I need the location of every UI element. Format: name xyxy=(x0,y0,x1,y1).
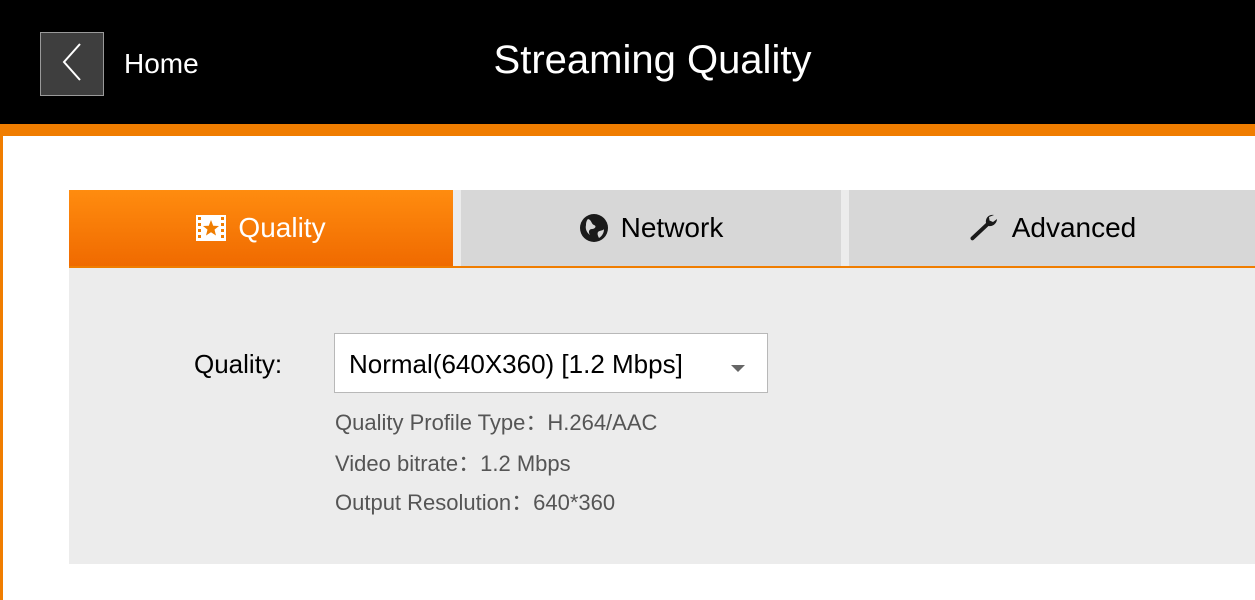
tab-network[interactable]: Network xyxy=(461,190,841,266)
globe-icon xyxy=(579,213,609,243)
tab-network-label: Network xyxy=(620,212,724,243)
quality-select-value: Normal(640X360) [1.2 Mbps] xyxy=(349,349,683,379)
profile-type-text: Quality Profile Type：H.264/AAC xyxy=(335,410,658,435)
tab-advanced-label: Advanced xyxy=(1011,212,1137,243)
quality-panel xyxy=(69,268,1255,564)
film-star-icon xyxy=(196,215,227,241)
quality-select[interactable]: Normal(640X360) [1.2 Mbps] xyxy=(334,333,768,393)
tab-quality-label: Quality xyxy=(238,212,326,243)
output-resolution-text: Output Resolution：640*360 xyxy=(335,490,616,515)
wrench-icon xyxy=(968,213,1000,243)
tab-advanced[interactable]: Advanced xyxy=(849,190,1255,266)
tab-separator xyxy=(453,190,461,266)
header-accent-bar xyxy=(0,124,1255,136)
video-bitrate-text: Video bitrate：1.2 Mbps xyxy=(335,451,571,476)
quality-label: Quality: xyxy=(194,349,283,379)
tab-bar: Quality Network Advanced xyxy=(69,190,1255,268)
header-bar: Home Streaming Quality xyxy=(0,0,1255,124)
tab-quality[interactable]: Quality xyxy=(69,190,453,266)
chevron-down-icon xyxy=(731,360,745,378)
page-title: Streaming Quality xyxy=(493,38,812,82)
tab-separator xyxy=(841,190,849,266)
